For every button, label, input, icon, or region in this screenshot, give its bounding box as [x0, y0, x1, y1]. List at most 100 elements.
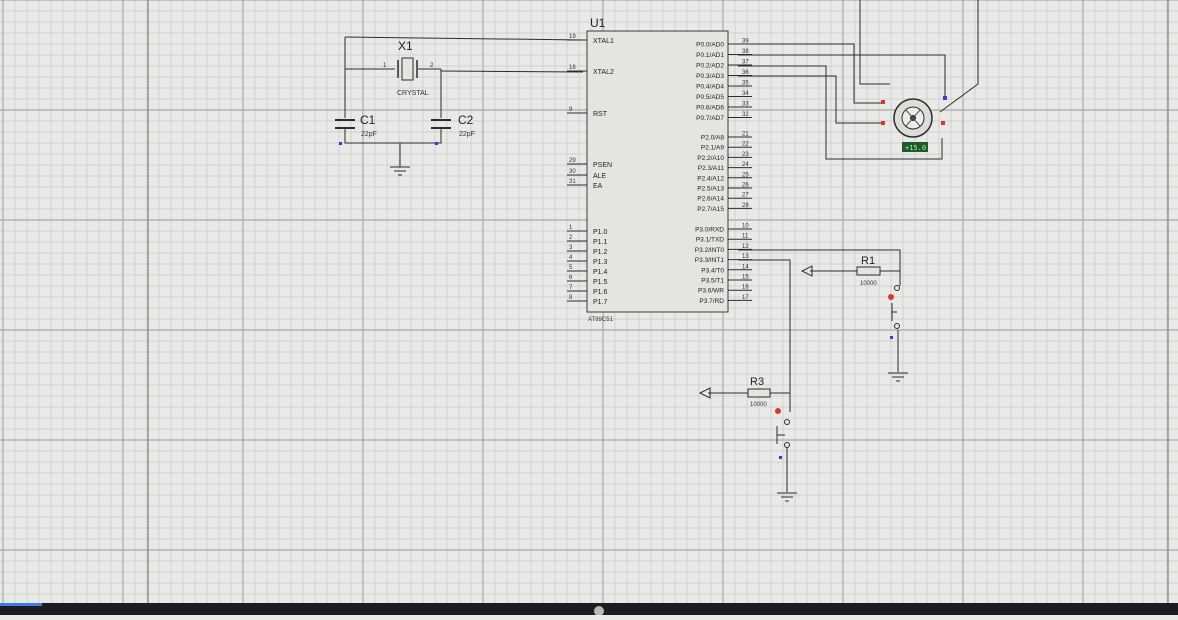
- pin-name: ALE: [593, 173, 607, 180]
- pin-name: RST: [593, 111, 608, 118]
- switch-indicator: [888, 294, 894, 300]
- pin-name: P1.5: [593, 279, 608, 286]
- pin-name: P1.1: [593, 239, 608, 246]
- mcu-u1[interactable]: U1 AT89C51 19XTAL118XTAL29RST29PSEN30ALE…: [567, 16, 752, 323]
- pin-name: P3.0/RXD: [695, 227, 724, 234]
- pin-dot: [339, 142, 342, 145]
- pin-name: P3.3/INT1: [695, 257, 725, 264]
- mcu-part: AT89C51: [588, 317, 614, 323]
- c1-ref: C1: [360, 113, 376, 127]
- motor-terminal: [881, 100, 885, 104]
- pin-name: P3.4/T0: [701, 267, 724, 274]
- ground-symbol-2: [777, 492, 797, 502]
- switch-contact: [784, 442, 790, 448]
- pin-number: 37: [742, 60, 749, 66]
- pin-number: 34: [742, 91, 749, 97]
- pin-dot: [435, 142, 438, 145]
- r3-value: 10000: [750, 402, 767, 408]
- pin-name: XTAL2: [593, 69, 614, 76]
- pin-number: 11: [742, 234, 749, 240]
- motor-terminal: [941, 121, 945, 125]
- pin-number: 36: [742, 70, 749, 76]
- ground-symbol-osc: [390, 166, 410, 176]
- pin-number: 4: [569, 255, 573, 261]
- pin-name: P2.2/A10: [697, 155, 724, 162]
- pin-name: P1.3: [593, 259, 608, 266]
- pin-number: 17: [742, 295, 749, 301]
- pin-name: P3.5/T1: [701, 278, 724, 285]
- pin-name: P3.2/INT0: [695, 247, 725, 254]
- pin-number: 8: [569, 295, 573, 301]
- pin-name: P2.4/A12: [697, 175, 724, 182]
- pin-name: P0.7/AD7: [696, 115, 724, 122]
- pin-name: P0.1/AD1: [696, 52, 724, 59]
- pin-number: 5: [569, 265, 573, 271]
- pin-dot: [779, 456, 782, 459]
- r3-body: [747, 388, 771, 398]
- motor-readout: +15.0: [905, 144, 926, 152]
- video-progress-fill: [0, 603, 42, 606]
- pin-number: 35: [742, 81, 749, 87]
- pin-name: P0.2/AD2: [696, 63, 724, 70]
- pin-number: 24: [742, 162, 749, 168]
- pin-dot: [890, 336, 893, 339]
- motor-terminal: [881, 121, 885, 125]
- pin-name: P2.7/A15: [697, 206, 724, 213]
- pin-number: 6: [569, 275, 573, 281]
- c1-value: 22pF: [361, 131, 377, 138]
- pin-name: P1.4: [593, 269, 608, 276]
- pin-number: 21: [742, 132, 749, 138]
- c2-value: 22pF: [459, 131, 475, 138]
- pin-name: P1.0: [593, 229, 608, 236]
- oscillator-wires: [344, 36, 584, 167]
- pin-name: P1.7: [593, 299, 608, 306]
- pin-number: 2: [569, 235, 573, 241]
- capacitor-c1[interactable]: C1 22pF: [335, 113, 377, 145]
- motor-wires: [738, 0, 979, 160]
- pin-name: P2.1/A9: [701, 145, 725, 152]
- pin-number: 33: [742, 102, 749, 108]
- schematic-canvas[interactable]: X1 1 2 CRYSTAL C1 22pF C2 22pF U1 AT89C5…: [0, 0, 1178, 616]
- pin-name: P3.7/RD: [699, 298, 724, 305]
- pin-number: 18: [569, 65, 576, 71]
- switch-contact: [784, 419, 790, 425]
- pin-number: 10: [742, 224, 749, 230]
- mcu-ref: U1: [590, 16, 606, 30]
- pin-number: 30: [569, 169, 576, 175]
- r1-value: 10000: [860, 281, 877, 287]
- pin-number: 1: [569, 225, 573, 231]
- switch-actuator: [891, 303, 897, 321]
- crystal-value: CRYSTAL: [397, 90, 429, 97]
- pin-number: 16: [742, 285, 749, 291]
- pin-name: P0.4/AD4: [696, 84, 724, 91]
- pin-name: P0.0/AD0: [696, 42, 724, 49]
- video-progress-bar[interactable]: [0, 603, 1178, 615]
- pin-number: 29: [569, 158, 576, 164]
- r1-body: [856, 266, 881, 276]
- pin-name: P1.6: [593, 289, 608, 296]
- schematic-svg: X1 1 2 CRYSTAL C1 22pF C2 22pF U1 AT89C5…: [0, 0, 1178, 616]
- pin-number: 26: [742, 183, 749, 189]
- pin-name: P0.6/AD6: [696, 105, 724, 112]
- pin-name: P1.2: [593, 249, 608, 256]
- pin-name: EA: [593, 183, 603, 190]
- pin-name: P3.6/WR: [698, 288, 724, 295]
- pin-name: P2.3/A11: [698, 165, 725, 172]
- pin-name: P0.5/AD5: [696, 94, 724, 101]
- pin-number: 19: [569, 34, 576, 40]
- pin-name: P2.0/A8: [701, 135, 725, 142]
- r1-ref: R1: [861, 255, 875, 267]
- pin-number: 31: [569, 179, 576, 185]
- pin-name: PSEN: [593, 162, 612, 169]
- c2-ref: C2: [458, 113, 474, 127]
- capacitor-c2[interactable]: C2 22pF: [431, 113, 475, 145]
- pin-number: 28: [742, 203, 749, 209]
- pin-number: 22: [742, 142, 749, 148]
- pin-number: 32: [742, 112, 749, 118]
- pin-name: P3.1/TXD: [696, 237, 724, 244]
- pin-number: 27: [742, 193, 749, 199]
- pin-number: 14: [742, 264, 749, 270]
- pin-number: 25: [742, 172, 749, 178]
- switch-contact: [894, 323, 900, 329]
- crystal-ref: X1: [398, 39, 413, 53]
